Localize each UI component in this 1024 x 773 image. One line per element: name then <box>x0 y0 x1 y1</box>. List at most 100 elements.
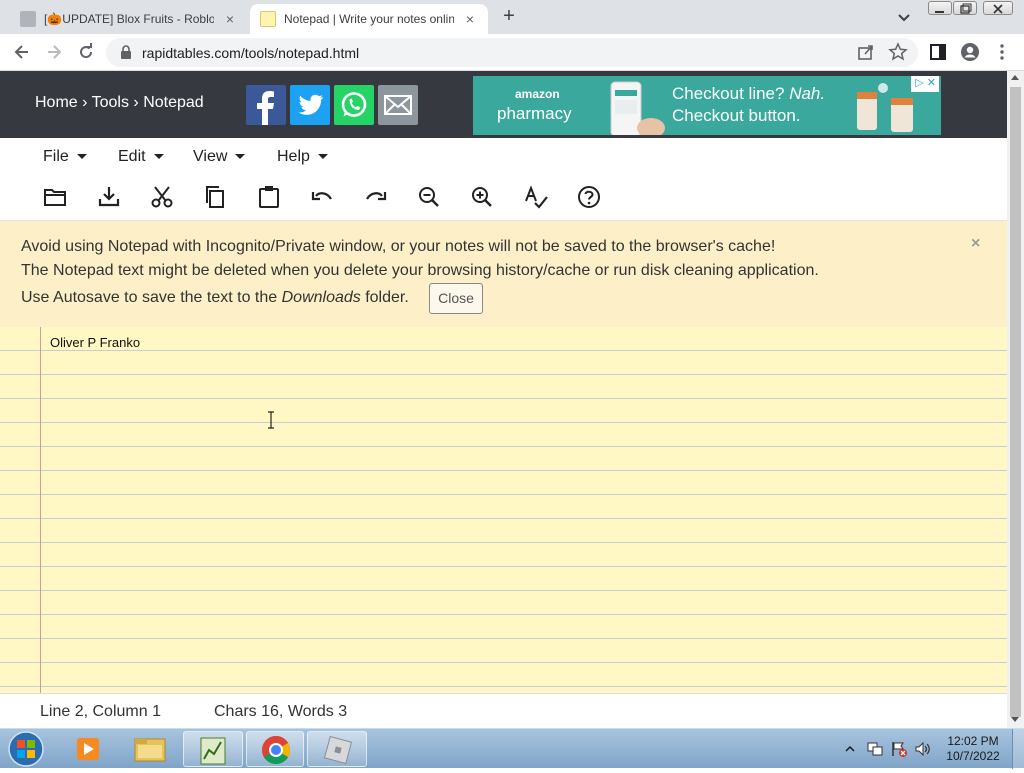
warning-line-3-text: Use Autosave to save the text to the <box>21 289 282 306</box>
caret-down-icon <box>76 154 87 160</box>
tab-blox-fruits[interactable]: [🎃UPDATE] Blox Fruits - Roblo × <box>10 4 248 34</box>
warning-line-3-suffix: folder. <box>360 289 409 306</box>
new-tab-button[interactable]: + <box>498 6 520 28</box>
twitter-icon[interactable] <box>290 85 330 125</box>
breadcrumb-home-link[interactable]: Home <box>35 94 78 111</box>
menu-label: File <box>43 148 69 165</box>
undo-icon[interactable] <box>309 184 335 210</box>
url-text[interactable]: rapidtables.com/tools/notepad.html <box>142 45 359 61</box>
zoom-in-icon[interactable] <box>469 184 495 210</box>
taskbar-roblox[interactable] <box>307 731 367 767</box>
breadcrumb-tools-link[interactable]: Tools <box>92 94 129 111</box>
help-icon[interactable] <box>576 184 602 210</box>
restore-icon <box>960 3 972 14</box>
download-icon[interactable] <box>96 184 122 210</box>
close-banner-button[interactable]: Close <box>429 283 483 314</box>
show-desktop-button[interactable] <box>1012 729 1024 769</box>
side-panel-icon[interactable] <box>928 42 948 62</box>
restore-window-button[interactable] <box>953 1 977 15</box>
ad-brand-amazon: amazon <box>515 87 560 101</box>
bookmark-star-icon[interactable] <box>888 42 908 62</box>
ad-close-icon[interactable]: ▷ ✕ <box>911 76 939 92</box>
back-arrow-icon[interactable] <box>12 42 32 62</box>
whatsapp-icon[interactable] <box>334 85 374 125</box>
menu-view[interactable]: View <box>193 148 246 166</box>
kebab-menu-icon[interactable] <box>992 42 1012 62</box>
taskbar-spreadsheet[interactable] <box>183 731 243 767</box>
taskbar-chrome[interactable] <box>246 731 304 767</box>
scroll-down-icon[interactable] <box>1011 717 1019 722</box>
facebook-icon[interactable] <box>246 85 286 125</box>
breadcrumb-current: Notepad <box>143 94 204 111</box>
windows-taskbar: 12:02 PM 10/7/2022 <box>0 728 1024 769</box>
close-icon <box>993 4 1003 14</box>
tab-search-chevron-icon[interactable] <box>896 9 912 25</box>
caret-down-icon <box>235 154 246 160</box>
menu-help[interactable]: Help <box>277 148 328 166</box>
taskbar-explorer[interactable] <box>122 731 178 767</box>
dismiss-banner-icon[interactable]: × <box>971 235 980 253</box>
menu-label: Help <box>277 148 310 165</box>
menu-label: Edit <box>118 148 146 165</box>
cursor-position: Line 2, Column 1 <box>40 703 161 720</box>
close-tab-icon[interactable]: × <box>462 11 478 27</box>
text-cursor-icon <box>268 411 274 429</box>
media-player-icon <box>77 738 99 760</box>
reload-icon[interactable] <box>76 42 96 62</box>
ad-headline-1-text: Checkout line? <box>672 84 790 103</box>
share-page-icon[interactable] <box>856 42 876 62</box>
menu-edit[interactable]: Edit <box>118 148 164 166</box>
network-icon[interactable] <box>866 740 884 758</box>
show-hidden-icons-chevron-icon[interactable] <box>844 743 856 755</box>
paper-margin-line <box>40 327 41 693</box>
cut-icon[interactable] <box>149 184 175 210</box>
action-center-flag-icon[interactable] <box>890 740 908 758</box>
lock-icon[interactable] <box>120 45 132 59</box>
redo-icon[interactable] <box>363 184 389 210</box>
tab-notepad[interactable]: Notepad | Write your notes onlin × <box>250 4 488 34</box>
scroll-up-icon[interactable] <box>1011 75 1019 80</box>
profile-avatar-icon[interactable] <box>960 42 980 62</box>
ad-brand-pharmacy: pharmacy <box>497 104 572 123</box>
address-bar[interactable]: rapidtables.com/tools/notepad.html <box>106 38 918 67</box>
tab-title: [🎃UPDATE] Blox Fruits - Roblo <box>44 12 214 26</box>
caret-down-icon <box>317 154 328 160</box>
breadcrumb-separator: › <box>128 94 144 111</box>
system-clock[interactable]: 12:02 PM 10/7/2022 <box>940 734 1006 764</box>
page-scrollbar[interactable] <box>1007 71 1024 728</box>
warning-banner: Avoid using Notepad with Incognito/Priva… <box>0 221 1007 327</box>
volume-icon[interactable] <box>914 740 932 758</box>
note-text: Oliver P Franko <box>50 335 141 350</box>
menu-file[interactable]: File <box>43 148 87 166</box>
site-header: Home › Tools › Notepad amazon pharmacy C… <box>0 71 1007 138</box>
clock-time: 12:02 PM <box>947 734 999 748</box>
email-icon[interactable] <box>378 85 418 125</box>
phone-image-icon <box>610 81 665 135</box>
windows-start-icon[interactable] <box>6 730 46 768</box>
close-tab-icon[interactable]: × <box>222 11 238 27</box>
spellcheck-icon[interactable] <box>523 184 549 210</box>
chart-app-icon <box>200 737 226 765</box>
open-folder-icon[interactable] <box>42 184 68 210</box>
notepad-textarea[interactable]: Oliver P Franko <box>0 327 1007 693</box>
zoom-out-icon[interactable] <box>416 184 442 210</box>
taskbar-media-player[interactable] <box>62 731 114 767</box>
advertisement-banner[interactable]: amazon pharmacy Checkout line? Nah. Chec… <box>473 76 941 135</box>
copy-icon[interactable] <box>202 184 228 210</box>
menu-bar: File Edit View Help <box>0 138 1007 176</box>
close-window-button[interactable] <box>983 1 1013 15</box>
char-word-count: Chars 16, Words 3 <box>214 703 348 720</box>
caret-down-icon <box>153 154 164 160</box>
ad-headline-2: Checkout button. <box>672 106 801 125</box>
roblox-icon <box>323 735 353 765</box>
chrome-icon <box>262 736 290 764</box>
ad-headline-1: Checkout line? Nah. <box>672 84 825 104</box>
scroll-thumb[interactable] <box>1010 87 1021 717</box>
downloads-emphasis: Downloads <box>281 289 361 306</box>
minimize-window-button[interactable] <box>928 1 952 15</box>
editor-toolbar <box>0 176 1007 221</box>
breadcrumb: Home › Tools › Notepad <box>35 94 204 112</box>
notepad-favicon-icon <box>260 11 276 27</box>
paste-icon[interactable] <box>256 184 282 210</box>
forward-arrow-icon[interactable] <box>44 42 64 62</box>
